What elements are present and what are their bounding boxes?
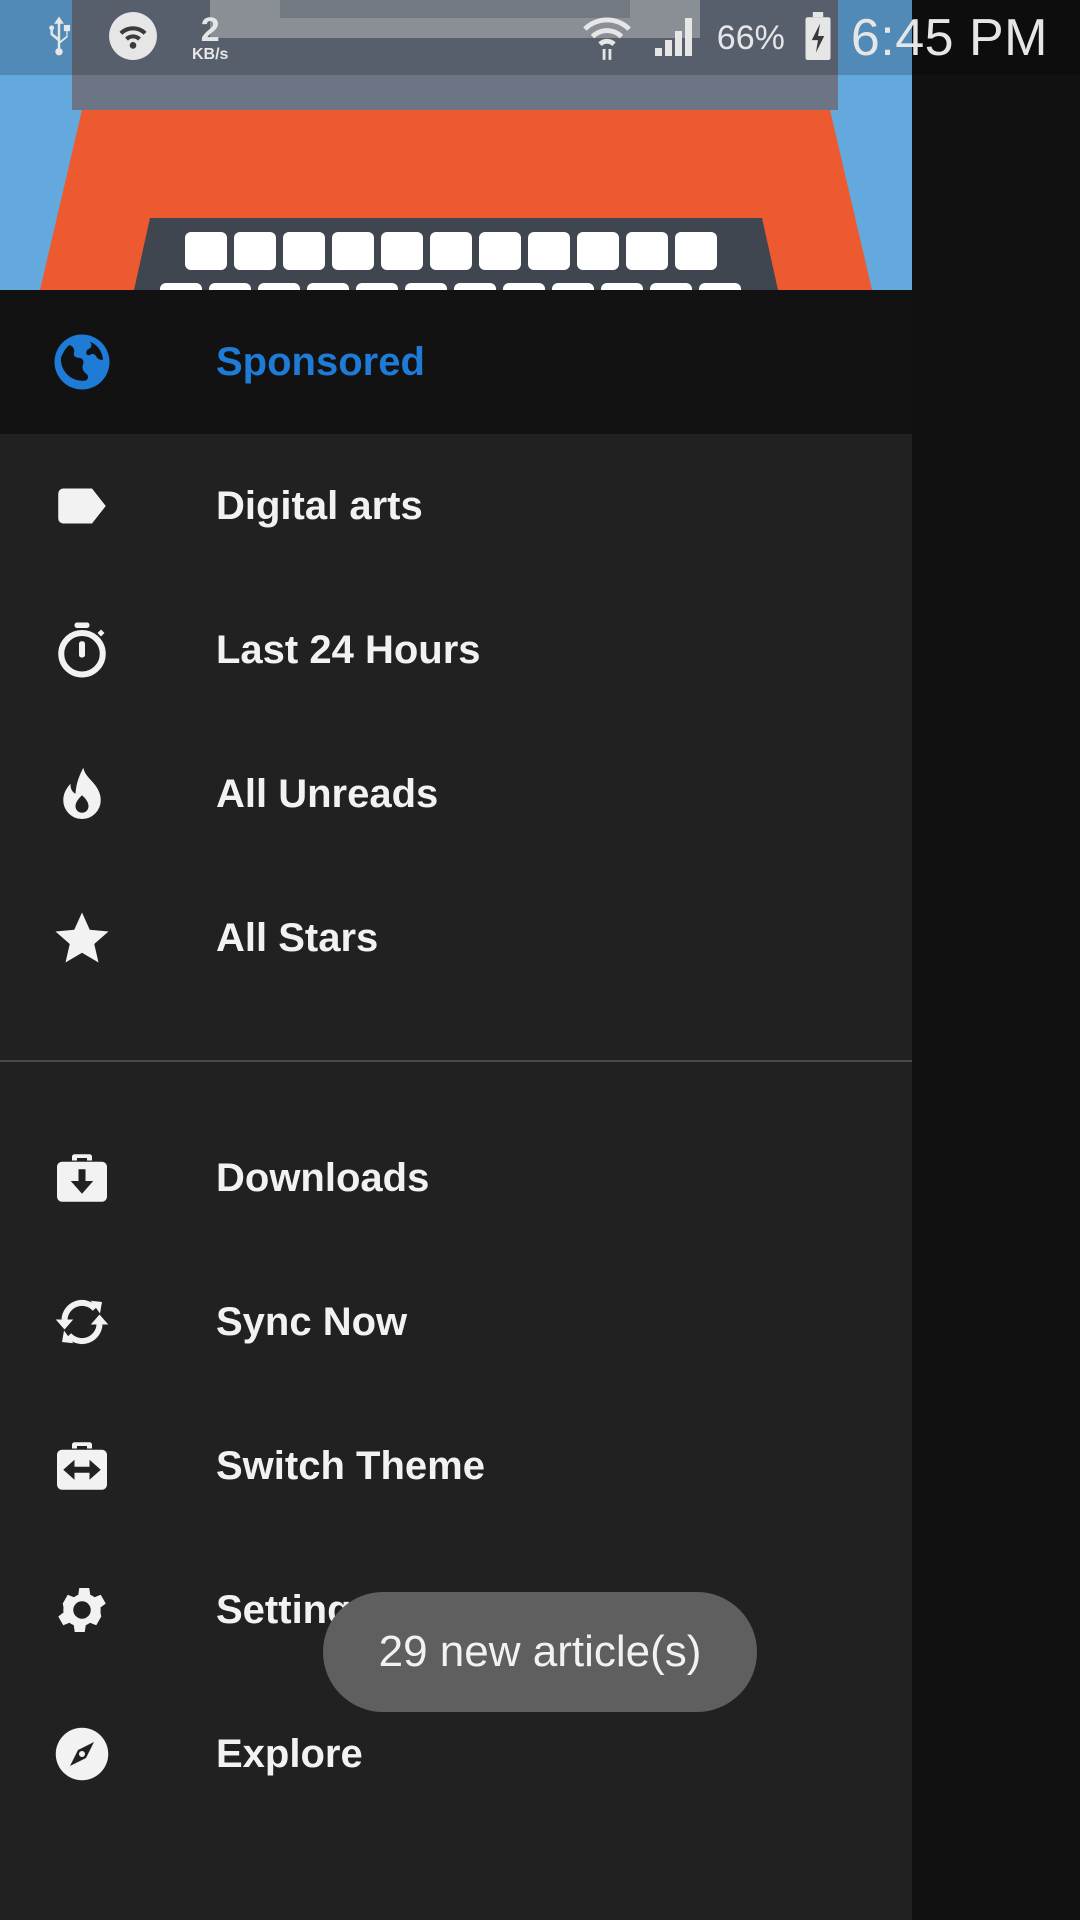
drawer-item-digital-arts[interactable]: Digital arts bbox=[0, 434, 912, 578]
usb-icon bbox=[44, 14, 74, 63]
drawer-item-sponsored[interactable]: Sponsored bbox=[0, 290, 912, 434]
drawer-item-last-24-hours[interactable]: Last 24 Hours bbox=[0, 578, 912, 722]
drawer-item-label: Sync Now bbox=[216, 1300, 408, 1344]
drawer-item-sync-now[interactable]: Sync Now bbox=[0, 1250, 912, 1394]
stopwatch-icon bbox=[52, 620, 112, 680]
drawer-item-label: All Unreads bbox=[216, 772, 439, 816]
drawer-item-all-unreads[interactable]: All Unreads bbox=[0, 722, 912, 866]
drawer-item-switch-theme[interactable]: Switch Theme bbox=[0, 1394, 912, 1538]
flame-icon bbox=[52, 764, 112, 824]
network-speed: 2 KB/s bbox=[192, 13, 228, 63]
gear-icon bbox=[52, 1580, 112, 1640]
drawer-item-label: Last 24 Hours bbox=[216, 628, 481, 672]
download-case-icon bbox=[52, 1148, 112, 1208]
drawer-divider bbox=[0, 1060, 912, 1062]
label-tag-icon bbox=[52, 476, 112, 536]
new-articles-toast: 29 new article(s) bbox=[323, 1592, 757, 1712]
battery-percent: 66% bbox=[716, 18, 785, 57]
sync-icon bbox=[52, 1292, 112, 1352]
drawer-scrim[interactable] bbox=[912, 0, 1080, 1920]
network-speed-value: 2 bbox=[200, 11, 220, 49]
drawer-item-label: All Stars bbox=[216, 916, 379, 960]
status-bar: 2 KB/s 66% 6:45 PM bbox=[0, 0, 1080, 75]
status-clock: 6:45 PM bbox=[850, 9, 1048, 67]
wifi-hotspot-icon bbox=[108, 11, 158, 66]
drawer-item-label: Switch Theme bbox=[216, 1444, 485, 1488]
wifi-icon bbox=[581, 10, 633, 67]
signal-icon bbox=[651, 12, 699, 65]
drawer-item-label: Explore bbox=[216, 1732, 363, 1776]
compass-icon bbox=[52, 1724, 112, 1784]
switch-theme-icon bbox=[52, 1436, 112, 1496]
globe-icon bbox=[52, 332, 112, 392]
drawer-item-all-stars[interactable]: All Stars bbox=[0, 866, 912, 1010]
network-speed-unit: KB/s bbox=[192, 46, 229, 63]
drawer-item-downloads[interactable]: Downloads bbox=[0, 1106, 912, 1250]
battery-charging-icon bbox=[803, 11, 833, 66]
star-icon bbox=[52, 908, 112, 968]
drawer-item-label: Sponsored bbox=[216, 340, 425, 384]
drawer-item-label: Downloads bbox=[216, 1156, 430, 1200]
drawer-item-label: Digital arts bbox=[216, 484, 423, 528]
